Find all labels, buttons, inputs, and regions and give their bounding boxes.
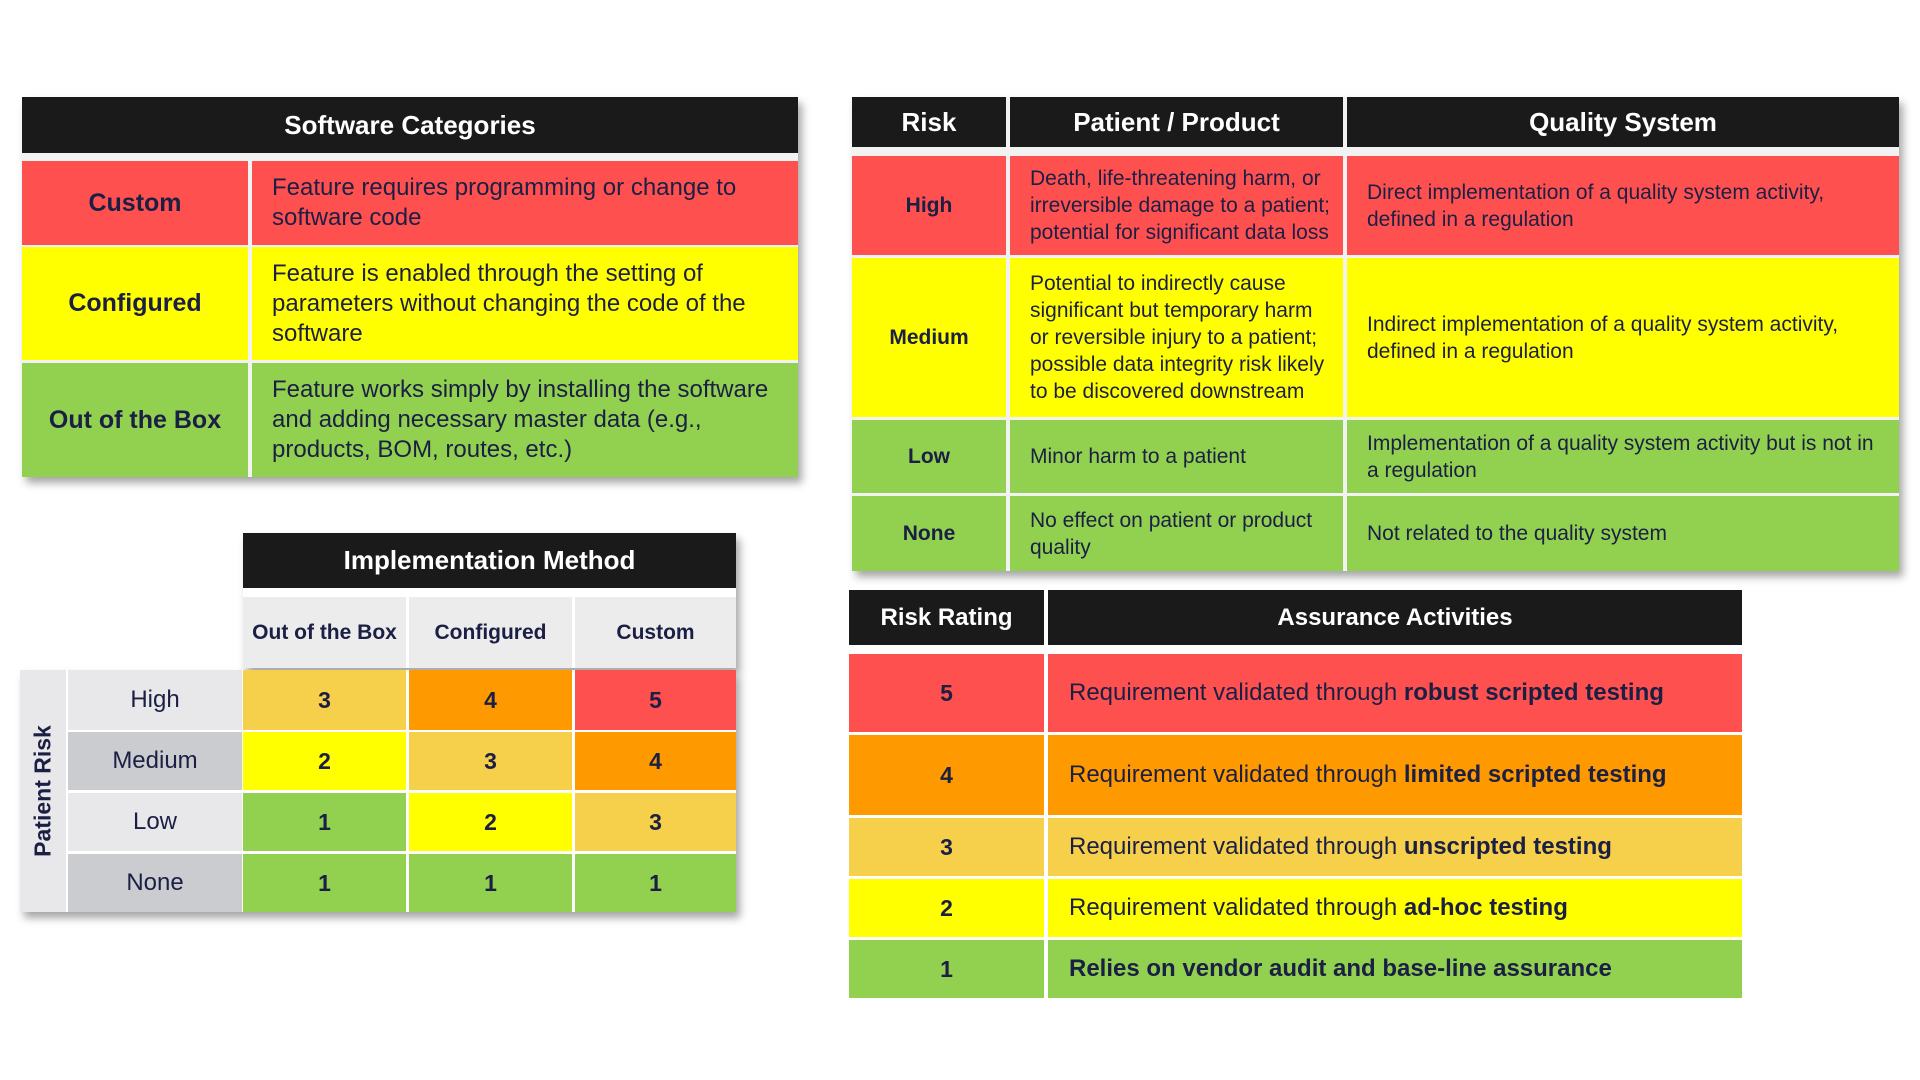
assurance-activity-text: Requirement validated through limited sc… [1048,735,1742,815]
category-description: Feature works simply by installing the s… [252,363,798,477]
assurance-activity-text: Relies on vendor audit and base-line ass… [1048,940,1742,998]
assurance-activity-sentence: Requirement validated through limited sc… [1069,761,1667,789]
risk-score-cell: 1 [409,854,572,912]
assurance-activity-sentence: Relies on vendor audit and base-line ass… [1069,955,1612,983]
software-category-row: Configured Feature is enabled through th… [22,247,798,360]
risk-rating-header: Risk Rating [849,590,1044,645]
quality-system-impact: Indirect implementation of a quality sys… [1347,258,1899,417]
risk-score-cell: 5 [575,670,736,730]
risk-score-cell: 4 [409,670,572,730]
assurance-method: limited scripted testing [1403,761,1667,788]
patient-risk-axis-label: Patient Risk [20,670,66,912]
patient-risk-row-label: None [68,854,242,912]
risk-row-medium: Medium Potential to indirectly cause sig… [852,258,1899,417]
risk-score-cell: 2 [243,732,406,790]
category-description: Feature is enabled through the setting o… [252,247,798,360]
assurance-prefix: Requirement validated through [1069,679,1404,706]
quality-system-impact: Not related to the quality system [1347,496,1899,571]
column-header-configured: Configured [409,597,572,668]
software-categories-title: Software Categories [22,97,798,153]
patient-product-impact: No effect on patient or product quality [1010,496,1343,571]
risk-score-cell: 3 [243,670,406,730]
risk-rating-value: 2 [849,879,1044,937]
patient-risk-row-label: Medium [68,732,242,790]
assurance-method: Relies on vendor audit and base-line ass… [1069,955,1612,982]
risk-row-high: High Death, life-threatening harm, or ir… [852,156,1899,255]
assurance-method: robust scripted testing [1403,679,1664,706]
quality-system-impact: Direct implementation of a quality syste… [1347,156,1899,255]
risk-rating-value: 4 [849,735,1044,815]
risk-level: None [852,496,1006,571]
assurance-method: ad-hoc testing [1403,894,1568,921]
risk-header: Risk [852,97,1006,147]
patient-product-header: Patient / Product [1010,97,1343,147]
assurance-prefix: Requirement validated through [1069,761,1404,788]
risk-level: Medium [852,258,1006,417]
quality-system-header: Quality System [1347,97,1899,147]
assurance-activity-sentence: Requirement validated through robust scr… [1069,679,1664,707]
assurance-method: unscripted testing [1403,833,1612,860]
implementation-method-title: Implementation Method [243,533,736,588]
assurance-prefix: Requirement validated through [1069,894,1404,921]
patient-risk-row-label: High [68,670,242,730]
category-description: Feature requires programming or change t… [252,161,798,245]
column-header-custom: Custom [575,597,736,668]
risk-rating-value: 1 [849,940,1044,998]
risk-score-cell: 3 [575,793,736,851]
assurance-activity-sentence: Requirement validated through ad-hoc tes… [1069,894,1568,922]
patient-product-impact: Potential to indirectly cause significan… [1010,258,1343,417]
risk-score-cell: 1 [243,793,406,851]
column-header-out-of-the-box: Out of the Box [243,597,406,668]
quality-system-impact: Implementation of a quality system activ… [1347,420,1899,493]
risk-definition-table: Risk Patient / Product Quality System Hi… [852,97,1899,571]
risk-level: Low [852,420,1006,493]
patient-risk-label: Patient Risk [29,725,56,857]
category-label: Configured [22,247,248,360]
risk-rating-value: 3 [849,818,1044,876]
assurance-activity-text: Requirement validated through unscripted… [1048,818,1742,876]
risk-level: High [852,156,1006,255]
patient-product-impact: Minor harm to a patient [1010,420,1343,493]
assurance-activity-sentence: Requirement validated through unscripted… [1069,833,1612,861]
risk-score-cell: 1 [243,854,406,912]
assurance-activity-text: Requirement validated through robust scr… [1048,654,1742,732]
software-category-row: Custom Feature requires programming or c… [22,161,798,245]
category-label: Out of the Box [22,363,248,477]
assurance-activity-text: Requirement validated through ad-hoc tes… [1048,879,1742,937]
patient-product-impact: Death, life-threatening harm, or irrever… [1010,156,1343,255]
category-label: Custom [22,161,248,245]
risk-score-cell: 3 [409,732,572,790]
patient-risk-row-label: Low [68,793,242,851]
software-categories-table: Software Categories Custom Feature requi… [22,97,798,477]
risk-score-cell: 1 [575,854,736,912]
risk-row-low: Low Minor harm to a patient Implementati… [852,420,1899,493]
software-category-row: Out of the Box Feature works simply by i… [22,363,798,477]
risk-score-cell: 2 [409,793,572,851]
assurance-prefix: Requirement validated through [1069,833,1404,860]
risk-rating-value: 5 [849,654,1044,732]
assurance-activities-header: Assurance Activities [1048,590,1742,645]
risk-score-cell: 4 [575,732,736,790]
risk-row-none: None No effect on patient or product qua… [852,496,1899,571]
